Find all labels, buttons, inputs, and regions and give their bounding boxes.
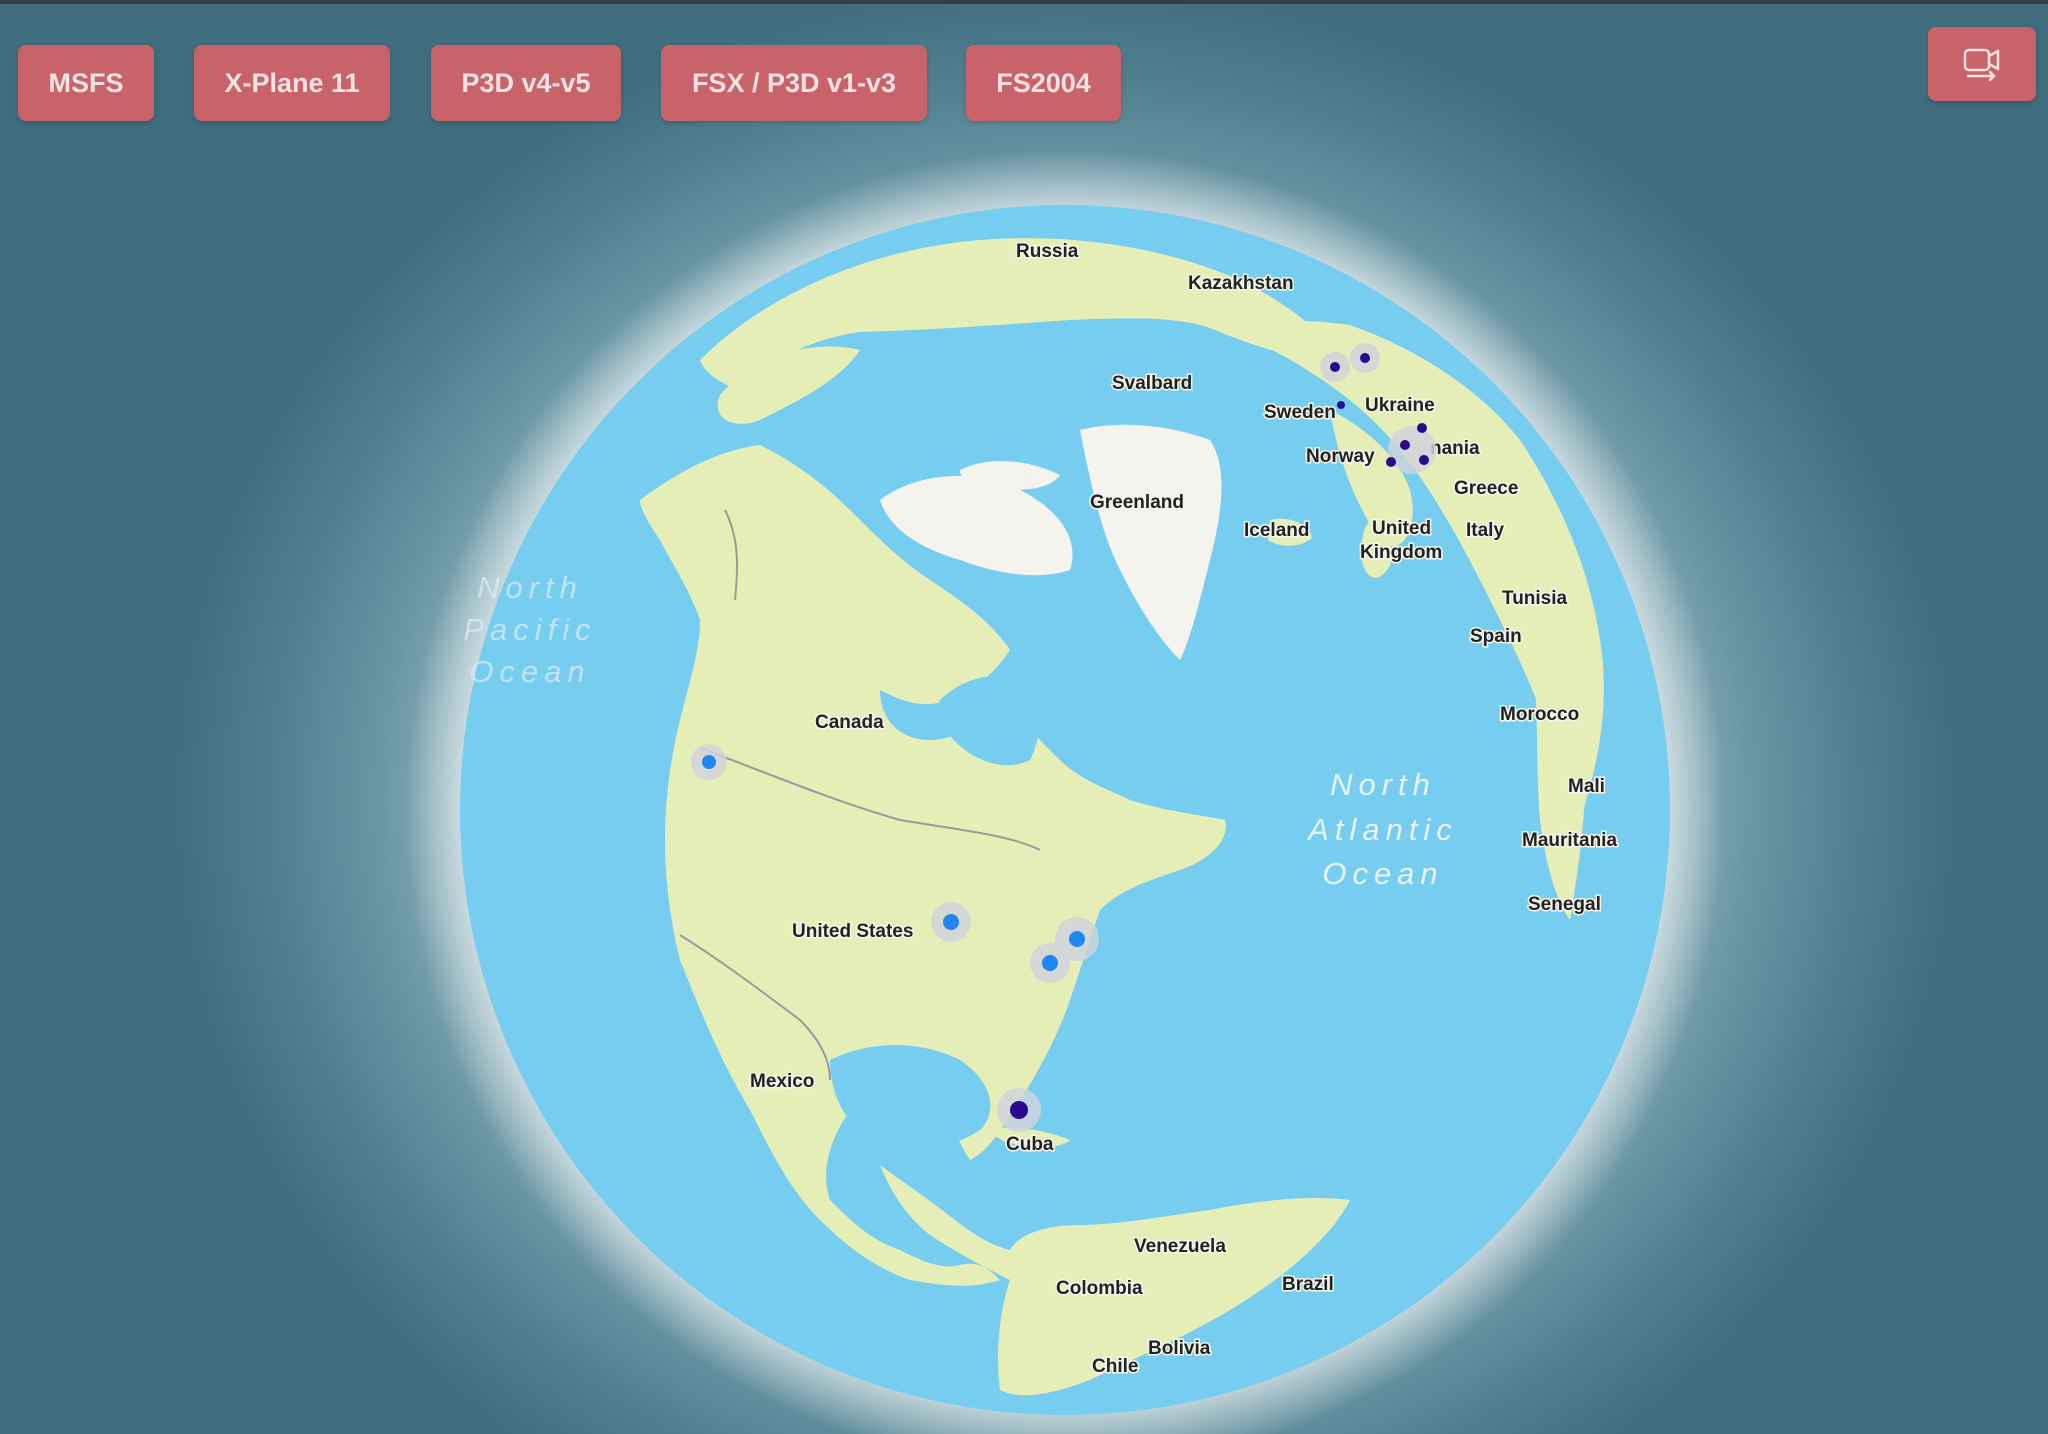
country-label: Venezuela — [1134, 1236, 1226, 1257]
globe-map[interactable]: North Pacific Ocean North Atlantic Ocean… — [0, 0, 2048, 1434]
country-label: Spain — [1470, 626, 1522, 647]
location-marker[interactable] — [1419, 455, 1429, 465]
tab-msfs[interactable]: MSFS — [18, 45, 154, 121]
location-marker[interactable] — [1360, 353, 1370, 363]
country-label: United — [1372, 518, 1431, 539]
ocean-label-line: Pacific — [463, 612, 596, 647]
country-label: Russia — [1016, 241, 1079, 262]
location-marker[interactable] — [702, 755, 716, 769]
country-label: Morocco — [1500, 704, 1579, 725]
country-label: Sweden — [1264, 402, 1336, 423]
location-marker[interactable] — [1042, 955, 1058, 971]
ocean-label-line: Atlantic — [1306, 812, 1458, 847]
country-label: Bolivia — [1148, 1338, 1211, 1359]
country-label: Brazil — [1282, 1274, 1334, 1295]
country-label: Norway — [1306, 446, 1375, 467]
camera-switch-icon — [1963, 48, 2000, 82]
country-label: Canada — [815, 712, 884, 733]
location-marker[interactable] — [1010, 1101, 1028, 1119]
location-marker[interactable] — [1330, 362, 1340, 372]
country-label: Mexico — [750, 1071, 814, 1092]
country-label: Cuba — [1006, 1134, 1054, 1155]
country-label: Senegal — [1528, 894, 1601, 915]
country-label: Ukraine — [1365, 395, 1435, 416]
location-marker[interactable] — [943, 914, 959, 930]
country-label: Tunisia — [1502, 588, 1568, 609]
country-label: nania — [1430, 438, 1480, 459]
location-marker[interactable] — [1337, 401, 1345, 409]
country-label: Iceland — [1244, 520, 1309, 541]
country-label: Colombia — [1056, 1278, 1143, 1299]
country-label: Mauritania — [1522, 830, 1617, 851]
ocean-label-line: North — [1330, 767, 1436, 802]
country-label: Kingdom — [1360, 542, 1442, 563]
location-marker[interactable] — [1400, 440, 1410, 450]
tab-fs2004[interactable]: FS2004 — [966, 45, 1121, 121]
location-marker[interactable] — [1386, 457, 1396, 467]
marker-halo — [1388, 426, 1436, 474]
tab-p3d-v4-v5[interactable]: P3D v4-v5 — [431, 45, 621, 121]
tab-fsx-p3d-v1-v3[interactable]: FSX / P3D v1-v3 — [661, 45, 927, 121]
location-marker[interactable] — [1417, 423, 1427, 433]
ocean-label-line: Ocean — [469, 654, 590, 689]
country-label: Mali — [1568, 776, 1605, 797]
location-marker[interactable] — [1069, 931, 1085, 947]
ocean-label-line: North — [477, 570, 583, 605]
tab-xplane-11[interactable]: X-Plane 11 — [194, 45, 390, 121]
country-label: Greenland — [1090, 492, 1184, 513]
ocean-label-line: Ocean — [1322, 856, 1443, 891]
country-label: Italy — [1466, 520, 1504, 541]
country-label: Svalbard — [1112, 373, 1192, 394]
country-label: Chile — [1092, 1356, 1138, 1377]
country-label: Kazakhstan — [1188, 273, 1294, 294]
country-label: United States — [792, 921, 913, 942]
camera-switch-button[interactable] — [1928, 27, 2036, 101]
country-label: Greece — [1454, 478, 1518, 499]
